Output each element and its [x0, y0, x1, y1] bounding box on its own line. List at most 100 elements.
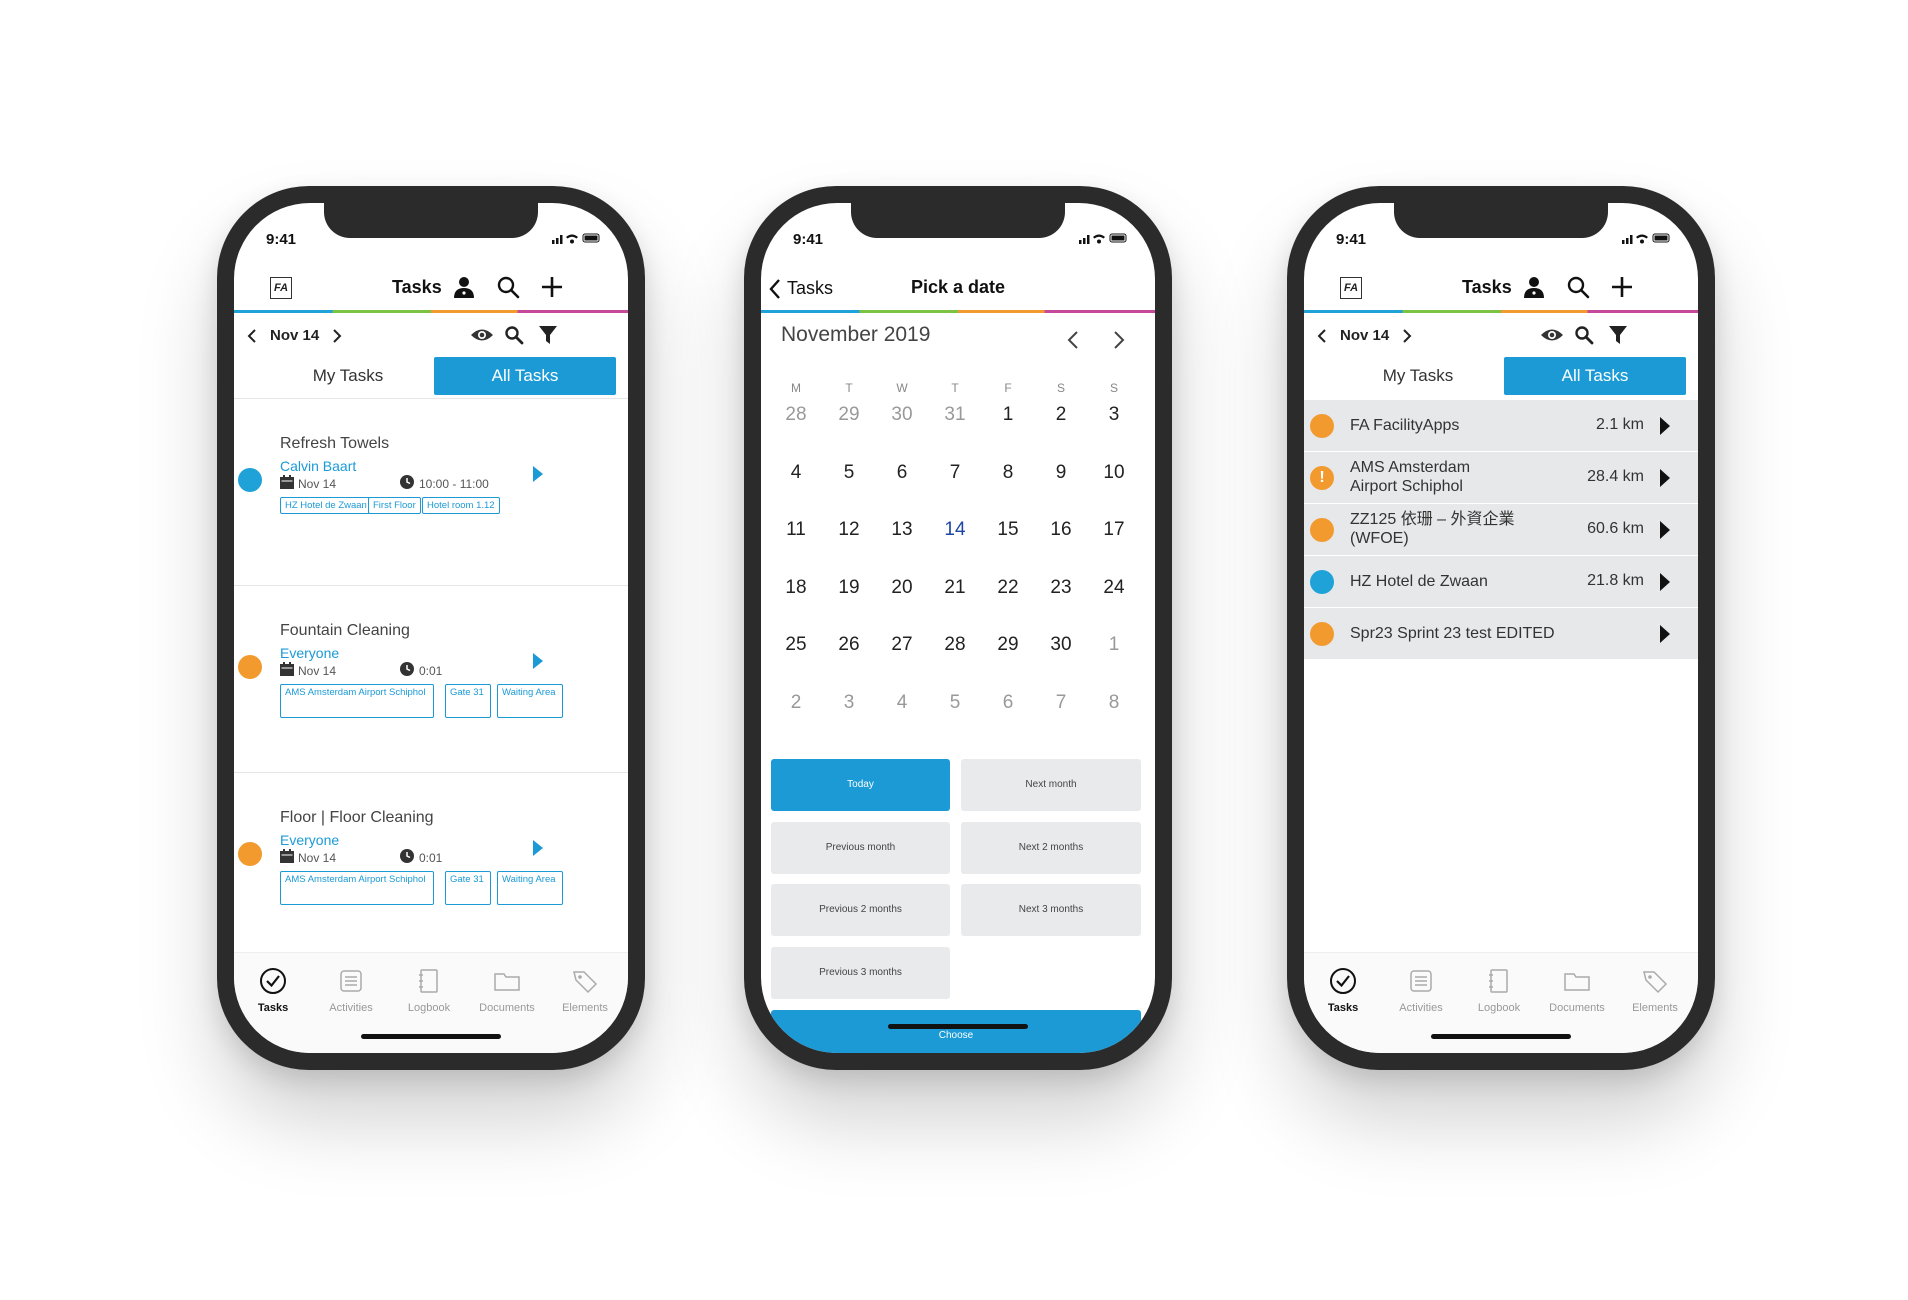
previous-2-months-button[interactable]: Previous 2 months	[771, 884, 950, 936]
calendar-day[interactable]: 11	[774, 512, 818, 548]
tab-tasks[interactable]: Tasks	[234, 967, 312, 1014]
tab-logbook[interactable]: Logbook	[1460, 967, 1538, 1014]
tab-elements[interactable]: Elements	[546, 967, 624, 1014]
tab-all-tasks[interactable]: All Tasks	[434, 357, 616, 395]
calendar-day[interactable]: 1	[986, 397, 1030, 433]
calendar-day[interactable]: 4	[774, 455, 818, 491]
chevron-right-icon[interactable]	[1113, 330, 1125, 350]
calendar-day[interactable]: 15	[986, 512, 1030, 548]
calendar-day[interactable]: 17	[1092, 512, 1136, 548]
calendar-day[interactable]: 18	[774, 570, 818, 606]
calendar-day[interactable]: 7	[1039, 685, 1083, 721]
calendar-day[interactable]: 30	[880, 397, 924, 433]
search-icon[interactable]	[496, 275, 520, 299]
tab-my-tasks[interactable]: My Tasks	[264, 357, 432, 395]
previous-month-button[interactable]: Previous month	[771, 822, 950, 874]
calendar-day[interactable]: 31	[933, 397, 977, 433]
task-item[interactable]: Refresh Towels Calvin Baart Nov 14 10:00…	[234, 399, 628, 585]
calendar-day[interactable]: 27	[880, 627, 924, 663]
calendar-day[interactable]: 10	[1092, 455, 1136, 491]
tab-elements[interactable]: Elements	[1616, 967, 1694, 1014]
chevron-right-icon[interactable]	[1402, 329, 1412, 343]
location-row[interactable]: Spr23 Sprint 23 test EDITED	[1304, 608, 1698, 660]
location-row[interactable]: HZ Hotel de Zwaan 21.8 km	[1304, 556, 1698, 608]
calendar-day[interactable]: 22	[986, 570, 1030, 606]
calendar-day[interactable]: 9	[1039, 455, 1083, 491]
calendar-day[interactable]: 28	[774, 397, 818, 433]
current-date[interactable]: Nov 14	[1340, 327, 1389, 344]
calendar-day[interactable]: 21	[933, 570, 977, 606]
fa-logo-icon[interactable]: FA	[1340, 277, 1362, 299]
calendar-day[interactable]: 29	[986, 627, 1030, 663]
calendar-day[interactable]: 3	[1092, 397, 1136, 433]
play-arrow-icon[interactable]	[1660, 469, 1670, 487]
calendar-day[interactable]: 29	[827, 397, 871, 433]
calendar-day[interactable]: 5	[933, 685, 977, 721]
calendar-day[interactable]: 5	[827, 455, 871, 491]
calendar-day[interactable]: 1	[1092, 627, 1136, 663]
play-arrow-icon[interactable]	[1660, 521, 1670, 539]
calendar-day[interactable]: 30	[1039, 627, 1083, 663]
calendar-day[interactable]: 2	[1039, 397, 1083, 433]
calendar-day[interactable]: 3	[827, 685, 871, 721]
add-icon[interactable]	[1610, 275, 1634, 299]
eye-icon[interactable]	[470, 327, 494, 343]
add-icon[interactable]	[540, 275, 564, 299]
calendar-day[interactable]: 26	[827, 627, 871, 663]
next-2-months-button[interactable]: Next 2 months	[961, 822, 1141, 874]
play-arrow-icon[interactable]	[532, 652, 544, 670]
today-button[interactable]: Today	[771, 759, 950, 811]
fa-logo-icon[interactable]: FA	[270, 277, 292, 299]
calendar-day[interactable]: 8	[1092, 685, 1136, 721]
calendar-day[interactable]: 4	[880, 685, 924, 721]
tab-documents[interactable]: Documents	[468, 967, 546, 1014]
play-arrow-icon[interactable]	[532, 465, 544, 483]
chevron-left-icon[interactable]	[1067, 330, 1079, 350]
tab-documents[interactable]: Documents	[1538, 967, 1616, 1014]
calendar-day[interactable]: 8	[986, 455, 1030, 491]
chevron-left-icon[interactable]	[247, 329, 257, 343]
filter-icon[interactable]	[1608, 325, 1628, 345]
tab-all-tasks[interactable]: All Tasks	[1504, 357, 1686, 395]
play-arrow-icon[interactable]	[1660, 417, 1670, 435]
filter-icon[interactable]	[538, 325, 558, 345]
search-icon[interactable]	[504, 325, 524, 345]
calendar-day[interactable]: 20	[880, 570, 924, 606]
user-icon[interactable]	[1522, 275, 1546, 299]
chevron-left-icon[interactable]	[1317, 329, 1327, 343]
calendar-day[interactable]: 13	[880, 512, 924, 548]
calendar-day[interactable]: 23	[1039, 570, 1083, 606]
task-item[interactable]: Fountain Cleaning Everyone Nov 14 0:01 A…	[234, 586, 628, 772]
tab-tasks[interactable]: Tasks	[1304, 967, 1382, 1014]
calendar-day[interactable]: 24	[1092, 570, 1136, 606]
play-arrow-icon[interactable]	[532, 839, 544, 857]
tab-my-tasks[interactable]: My Tasks	[1334, 357, 1502, 395]
play-arrow-icon[interactable]	[1660, 625, 1670, 643]
calendar-day[interactable]: 6	[986, 685, 1030, 721]
task-item[interactable]: Floor | Floor Cleaning Everyone Nov 14 0…	[234, 773, 628, 959]
calendar-day[interactable]: 28	[933, 627, 977, 663]
location-row[interactable]: FA FacilityApps 2.1 km	[1304, 400, 1698, 452]
calendar-day[interactable]: 12	[827, 512, 871, 548]
tab-logbook[interactable]: Logbook	[390, 967, 468, 1014]
calendar-day[interactable]: 7	[933, 455, 977, 491]
search-icon[interactable]	[1566, 275, 1590, 299]
play-arrow-icon[interactable]	[1660, 573, 1670, 591]
next-month-button[interactable]: Next month	[961, 759, 1141, 811]
location-row[interactable]: ZZ125 依珊 – 外資企業 (WFOE) 60.6 km	[1304, 504, 1698, 556]
calendar-day[interactable]: 16	[1039, 512, 1083, 548]
search-icon[interactable]	[1574, 325, 1594, 345]
chevron-right-icon[interactable]	[332, 329, 342, 343]
calendar-day[interactable]: 14	[933, 512, 977, 548]
calendar-day[interactable]: 19	[827, 570, 871, 606]
tab-activities[interactable]: Activities	[312, 967, 390, 1014]
eye-icon[interactable]	[1540, 327, 1564, 343]
tab-activities[interactable]: Activities	[1382, 967, 1460, 1014]
previous-3-months-button[interactable]: Previous 3 months	[771, 947, 950, 999]
calendar-day[interactable]: 25	[774, 627, 818, 663]
calendar-day[interactable]: 2	[774, 685, 818, 721]
choose-button[interactable]: Choose	[771, 1010, 1141, 1053]
user-icon[interactable]	[452, 275, 476, 299]
location-row[interactable]: ! AMS Amsterdam Airport Schiphol 28.4 km	[1304, 452, 1698, 504]
current-date[interactable]: Nov 14	[270, 327, 319, 344]
